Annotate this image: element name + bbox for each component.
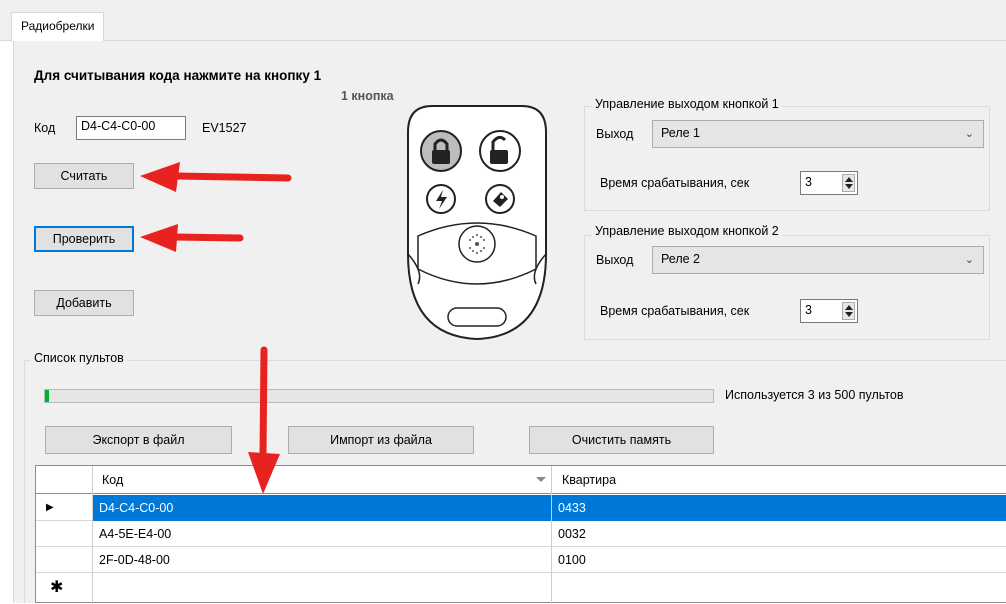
row-code[interactable]: A4-5E-E4-00 (93, 521, 551, 547)
chevron-down-icon: ⌄ (964, 128, 974, 140)
add-button[interactable]: Добавить (34, 290, 134, 316)
tab-strip: Радиобрелки (0, 0, 1006, 42)
column-divider (551, 466, 552, 604)
time-2-value: 3 (805, 303, 812, 317)
table-row[interactable]: 2F-0D-48-00 0100 (36, 547, 1006, 573)
row-code[interactable]: D4-C4-C0-00 (93, 495, 551, 521)
unlock-button-icon (479, 130, 521, 172)
speaker-grille-icon (458, 225, 496, 263)
table-header: Код Квартира (36, 466, 1006, 494)
chevron-down-icon: ⌄ (964, 254, 974, 266)
table-row[interactable]: ▶ D4-C4-C0-00 0433 (36, 495, 1006, 521)
table-row[interactable]: A4-5E-E4-00 0032 (36, 521, 1006, 547)
spin-arrows-icon[interactable] (842, 302, 855, 320)
time-1-stepper[interactable]: 3 (800, 171, 858, 195)
remote-image-label: 1 кнопка (341, 89, 394, 103)
check-button[interactable]: Проверить (34, 226, 134, 252)
output-control-2-title: Управление выходом кнопкой 2 (592, 224, 782, 238)
remotes-table: Код Квартира ▶ D4-C4-C0-00 0433 A4-5E-E4… (35, 465, 1006, 604)
time-2-label: Время срабатывания, сек (600, 304, 750, 318)
lightning-button-icon (426, 184, 456, 214)
current-row-indicator-icon: ▶ (46, 502, 54, 513)
output-2-select[interactable]: Реле 2 ⌄ (652, 246, 984, 274)
usage-progress-bar (44, 389, 714, 403)
time-1-value: 3 (805, 175, 812, 189)
new-row-indicator-icon: ✱ (50, 579, 64, 596)
row-header-divider (92, 466, 93, 604)
tag-button-icon (485, 184, 515, 214)
column-header-code[interactable]: Код (96, 467, 129, 493)
clear-memory-button[interactable]: Очистить память (529, 426, 714, 454)
output-2-label: Выход (596, 253, 634, 267)
row-flat[interactable]: 0433 (552, 495, 1006, 521)
output-1-select[interactable]: Реле 1 ⌄ (652, 120, 984, 148)
read-button[interactable]: Считать (34, 163, 134, 189)
read-prompt: Для считывания кода нажмите на кнопку 1 (34, 68, 322, 83)
lock-button-icon (420, 130, 462, 172)
tab-radio-remotes[interactable]: Радиобрелки (11, 12, 105, 42)
code-field[interactable]: D4-C4-C0-00 (76, 116, 186, 140)
output-2-value: Реле 2 (661, 252, 700, 266)
code-label: Код (34, 121, 56, 135)
sort-arrow-icon (536, 477, 546, 482)
remotes-list-title: Список пультов (31, 351, 127, 365)
column-header-flat[interactable]: Квартира (556, 467, 622, 493)
usage-text: Используется 3 из 500 пультов (725, 388, 904, 402)
remote-fob-image (407, 105, 547, 341)
spin-arrows-icon[interactable] (842, 174, 855, 192)
protocol-label: EV1527 (202, 121, 247, 135)
row-code[interactable]: 2F-0D-48-00 (93, 547, 551, 573)
output-control-1-title: Управление выходом кнопкой 1 (592, 97, 782, 111)
output-1-label: Выход (596, 127, 634, 141)
row-flat[interactable]: 0032 (552, 521, 1006, 547)
row-flat[interactable]: 0100 (552, 547, 1006, 573)
export-button[interactable]: Экспорт в файл (45, 426, 232, 454)
import-button[interactable]: Импорт из файла (288, 426, 474, 454)
time-2-stepper[interactable]: 3 (800, 299, 858, 323)
table-new-row[interactable]: ✱ (36, 573, 1006, 599)
time-1-label: Время срабатывания, сек (600, 176, 750, 190)
usage-progress-fill (45, 390, 49, 402)
output-1-value: Реле 1 (661, 126, 700, 140)
